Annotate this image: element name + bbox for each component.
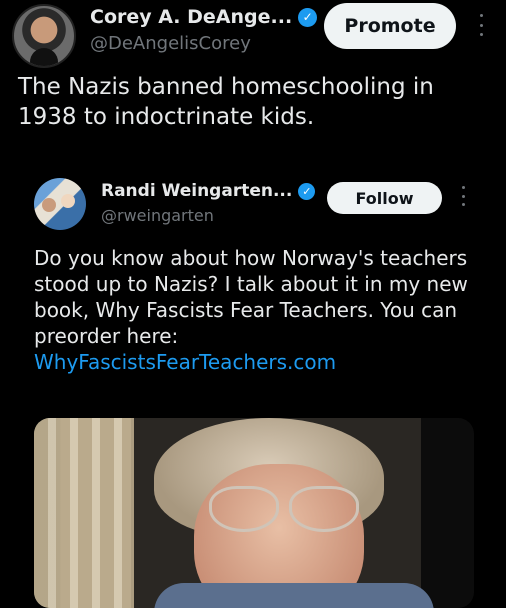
quoted-tweet-text: Do you know about how Norway's teachers … [34,245,484,375]
author-name-row: Corey A. DeAnge... ✓ [90,6,318,28]
verified-badge-icon: ✓ [298,182,316,200]
more-options-icon[interactable] [460,186,466,206]
quoted-author-name[interactable]: Randi Weingarten... [101,181,292,201]
author-avatar[interactable] [12,4,76,68]
promote-button[interactable]: Promote [324,3,456,49]
video-thumbnail[interactable] [34,418,474,608]
verified-badge-icon: ✓ [298,7,318,27]
tweet-text: The Nazis banned homeschooling in 1938 t… [18,74,434,130]
person-glasses [209,486,359,532]
preorder-link[interactable]: WhyFascistsFearTeachers.com [34,350,336,374]
quoted-tweet-body: Do you know about how Norway's teachers … [34,246,468,348]
background-wall [34,418,134,608]
quoted-author-handle[interactable]: @rweingarten [101,206,214,225]
author-name[interactable]: Corey A. DeAnge... [90,6,292,28]
more-options-icon[interactable] [478,14,484,36]
person-shirt [154,583,434,608]
quoted-author-name-row: Randi Weingarten... ✓ [101,181,316,201]
quoted-author-avatar[interactable] [34,178,86,230]
follow-button[interactable]: Follow [327,182,442,214]
author-handle[interactable]: @DeAngelisCorey [90,33,251,54]
